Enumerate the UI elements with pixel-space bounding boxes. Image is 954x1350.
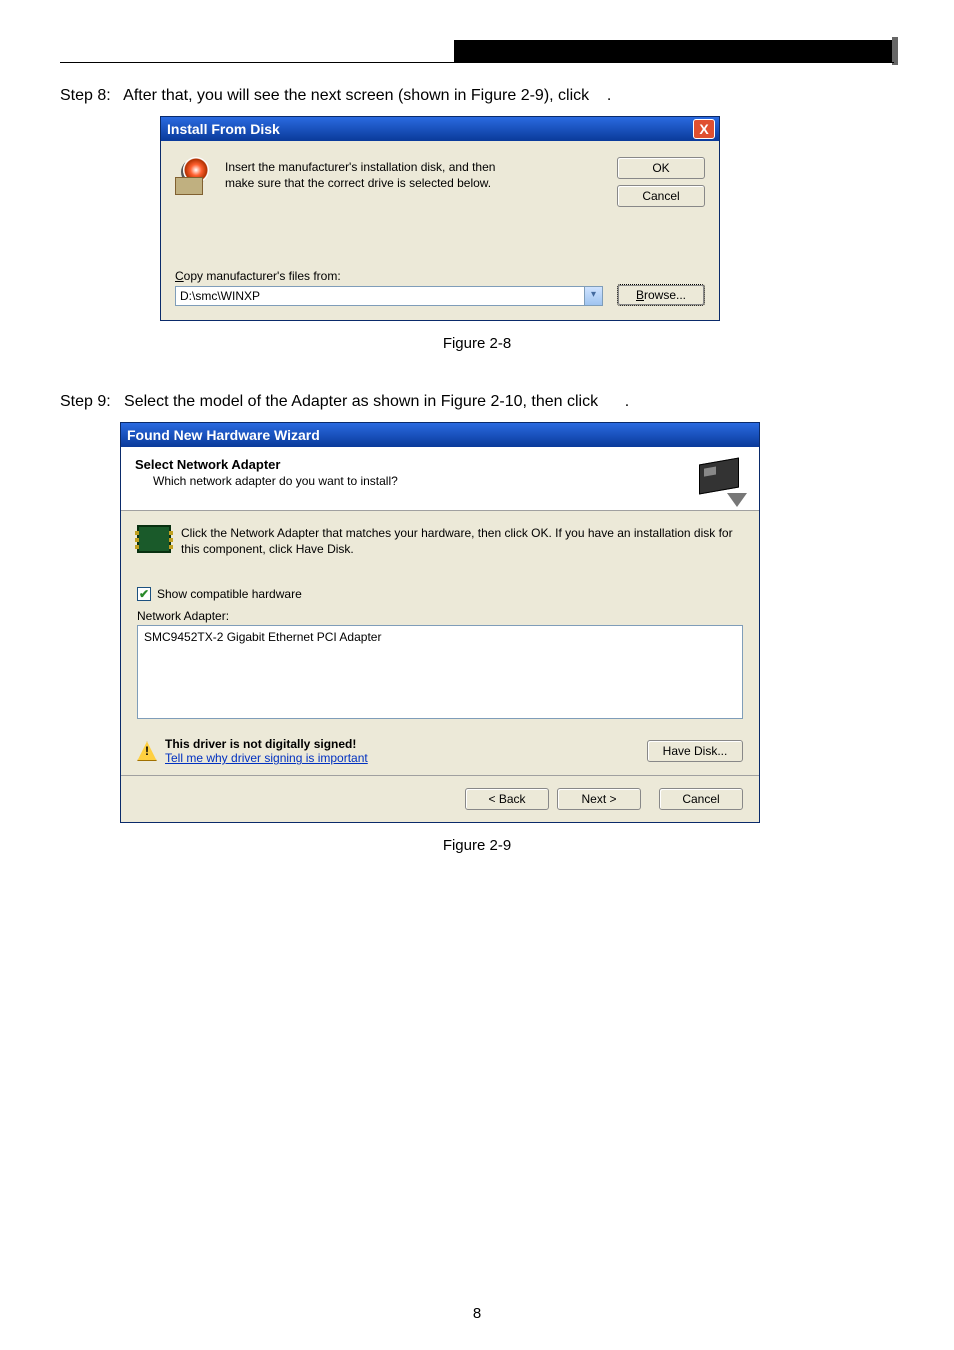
cancel-button-2[interactable]: Cancel: [659, 788, 743, 810]
dlg2-title: Found New Hardware Wizard: [127, 427, 320, 443]
browse-button[interactable]: Browse...: [617, 284, 705, 306]
checkbox-label: Show compatible hardware: [157, 587, 302, 601]
top-black-bar: [454, 40, 894, 62]
chevron-down-icon[interactable]: ▾: [585, 286, 603, 306]
dlg1-msg-line1: Insert the manufacturer's installation d…: [225, 159, 603, 175]
step9-p3: .: [625, 393, 629, 410]
disk-icon: [175, 157, 213, 195]
path-combobox[interactable]: ▾: [175, 286, 603, 306]
network-adapter-label: Network Adapter:: [137, 609, 743, 623]
checkbox-icon[interactable]: ✔: [137, 587, 151, 601]
have-disk-button[interactable]: Have Disk...: [647, 740, 743, 762]
step8-p2: ), click: [544, 87, 589, 104]
dlg2-header: Select Network Adapter Which network ada…: [121, 447, 759, 511]
dlg2-footer: < Back Next > Cancel: [121, 775, 759, 822]
step9-p1: Select the model of the Adapter as shown…: [124, 393, 441, 410]
cancel-button[interactable]: Cancel: [617, 185, 705, 207]
show-compatible-checkbox[interactable]: ✔ Show compatible hardware: [137, 587, 743, 601]
step8-p3: .: [607, 87, 611, 104]
next-button[interactable]: Next >: [557, 788, 641, 810]
link-rest: ell me why driver signing is important: [171, 751, 368, 765]
hardware-icon: [695, 455, 747, 507]
step9-label: Step 9:: [60, 393, 111, 410]
step9-text: Step 9: Select the model of the Adapter …: [60, 390, 894, 414]
adapter-listbox[interactable]: SMC9452TX-2 Gigabit Ethernet PCI Adapter: [137, 625, 743, 719]
list-item[interactable]: SMC9452TX-2 Gigabit Ethernet PCI Adapter: [144, 630, 736, 644]
figure-2-8-caption: Figure 2-8: [60, 335, 894, 352]
dlg1-msg-line2: make sure that the correct drive is sele…: [225, 175, 603, 191]
dlg1-title: Install From Disk: [167, 121, 280, 137]
step8-label: Step 8:: [60, 87, 111, 104]
browse-rest: rowse...: [644, 288, 686, 302]
browse-underline: B: [636, 288, 644, 302]
chip-icon: [137, 525, 171, 553]
info-row: Click the Network Adapter that matches y…: [137, 525, 743, 557]
dlg1-message: Insert the manufacturer's installation d…: [225, 157, 603, 207]
page-number: 8: [0, 1305, 954, 1322]
copy-rest: opy manufacturer's files from:: [184, 269, 341, 283]
figure-2-9-caption: Figure 2-9: [60, 837, 894, 854]
copy-from-label: Copy manufacturer's files from:: [175, 269, 603, 283]
copy-underline: C: [175, 269, 184, 283]
warning-icon: [137, 741, 157, 761]
step9-fig: Figure 2-10: [441, 393, 523, 410]
dlg1-titlebar: Install From Disk X: [161, 117, 719, 141]
found-new-hardware-dialog: Found New Hardware Wizard Select Network…: [120, 422, 760, 823]
step8-text: Step 8: After that, you will see the nex…: [60, 84, 894, 108]
back-button[interactable]: < Back: [465, 788, 549, 810]
info-text: Click the Network Adapter that matches y…: [181, 525, 743, 557]
dlg2-titlebar: Found New Hardware Wizard: [121, 423, 759, 447]
step9-p2: , then click: [523, 393, 599, 410]
path-input[interactable]: [175, 286, 585, 306]
driver-signing-link[interactable]: Tell me why driver signing is important: [165, 751, 647, 765]
not-signed-text: This driver is not digitally signed!: [165, 737, 647, 751]
close-icon[interactable]: X: [693, 119, 715, 139]
select-network-adapter-heading: Select Network Adapter: [135, 457, 745, 472]
step8-fig: Figure 2-9: [471, 87, 544, 104]
select-network-adapter-subtext: Which network adapter do you want to ins…: [153, 474, 745, 488]
step8-p1: After that, you will see the next screen…: [123, 87, 471, 104]
install-from-disk-dialog: Install From Disk X Insert the manufactu…: [160, 116, 720, 321]
ok-button[interactable]: OK: [617, 157, 705, 179]
horizontal-rule: [60, 62, 894, 63]
